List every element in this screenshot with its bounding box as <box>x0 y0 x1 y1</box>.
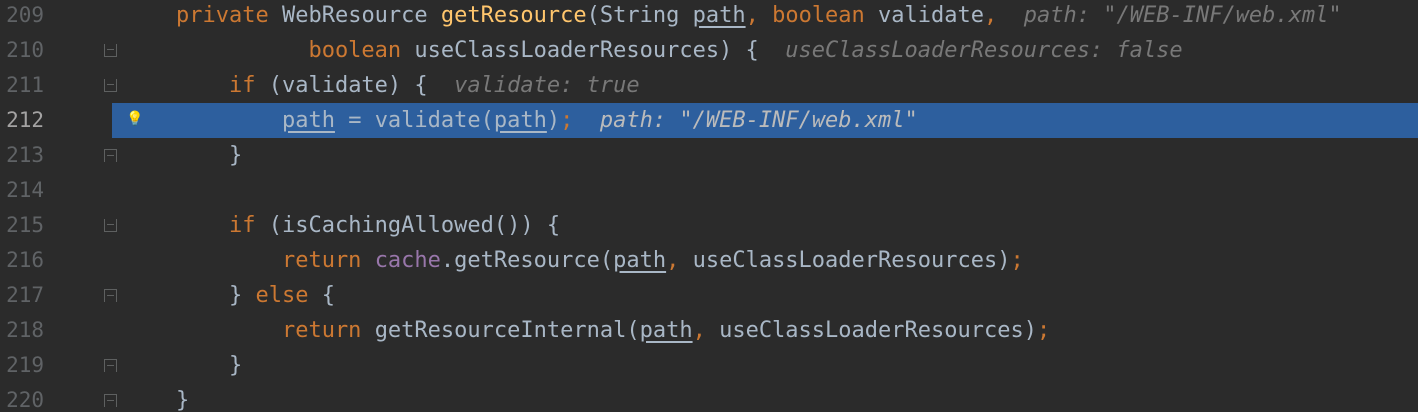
code-token: { <box>321 283 335 308</box>
line-number[interactable]: 211 <box>0 68 44 103</box>
line-number[interactable]: 213 <box>0 138 44 173</box>
line-number[interactable]: 214 <box>0 173 44 208</box>
code-line-217[interactable]: 217 } else { <box>0 278 1418 313</box>
code-line-211[interactable]: 211 if (validate) { validate: true <box>0 68 1418 103</box>
code-token: ) <box>546 108 561 133</box>
code-token: useClassLoaderResources) <box>719 318 1037 343</box>
code-token: } <box>176 388 190 412</box>
code-token: } <box>176 283 256 308</box>
code-token: } <box>176 143 243 168</box>
code-text[interactable]: } else { <box>176 278 335 313</box>
code-text[interactable]: return cache.getResource(path, useClassL… <box>176 243 1024 278</box>
code-token: , <box>745 3 773 28</box>
code-token: WebResource <box>281 3 441 28</box>
inline-value-hint: validate: true <box>454 73 640 98</box>
code-token: ; <box>1036 318 1051 343</box>
code-text[interactable]: private WebResource getResource(String p… <box>176 0 1342 33</box>
code-token: return <box>176 248 375 273</box>
code-token: return <box>176 318 375 343</box>
code-text[interactable]: } <box>176 138 242 173</box>
code-line-218[interactable]: 218 return getResourceInternal(path, use… <box>0 313 1418 348</box>
code-line-220[interactable]: 220} <box>0 383 1418 412</box>
line-number[interactable]: 217 <box>0 278 44 313</box>
code-line-216[interactable]: 216 return cache.getResource(path, useCl… <box>0 243 1418 278</box>
code-line-212[interactable]: 212 💡 path = validate(path); path: "/WEB-… <box>0 103 1418 138</box>
fold-marker-icon[interactable] <box>104 44 117 57</box>
code-token: path <box>639 318 693 343</box>
line-number[interactable]: 209 <box>0 0 44 33</box>
inline-value-hint: path: "/WEB-INF/web.xml" <box>599 108 918 133</box>
code-token: , <box>692 318 720 343</box>
code-token: (validate) { <box>268 73 455 98</box>
fold-marker-icon[interactable] <box>104 394 117 407</box>
code-token: boolean <box>772 3 879 28</box>
inline-value-hint: useClassLoaderResources: false <box>785 38 1183 63</box>
code-token: path <box>281 108 335 133</box>
code-token: ; <box>1010 248 1024 273</box>
code-token: else <box>255 283 322 308</box>
line-number[interactable]: 215 <box>0 208 44 243</box>
code-text[interactable]: return getResourceInternal(path, useClas… <box>176 313 1050 348</box>
code-token: useClassLoaderResources) { <box>414 38 786 63</box>
code-token: validate <box>878 3 985 28</box>
code-token: path <box>613 248 667 273</box>
code-token: boolean <box>176 38 415 63</box>
fold-marker-icon[interactable] <box>104 219 117 232</box>
code-editor[interactable]: 209 private WebResource getResource(Strin… <box>0 0 1418 412</box>
code-token: private <box>176 3 282 28</box>
code-line-210[interactable]: 210 boolean useClassLoaderResources) { u… <box>0 33 1418 68</box>
code-text[interactable]: path = validate(path); path: "/WEB-INF/w… <box>176 103 918 138</box>
code-token: getResource <box>440 3 587 28</box>
line-number[interactable]: 210 <box>0 33 44 68</box>
code-line-213[interactable]: 213 } <box>0 138 1418 173</box>
code-text[interactable]: if (isCachingAllowed()) { <box>176 208 560 243</box>
code-token: path <box>493 108 547 133</box>
fold-marker-icon[interactable] <box>104 289 117 302</box>
code-token: cache <box>374 248 441 273</box>
fold-marker-icon[interactable] <box>104 79 117 92</box>
line-number[interactable]: 219 <box>0 348 44 383</box>
code-text[interactable]: } <box>176 348 242 383</box>
fold-marker-icon[interactable] <box>104 359 117 372</box>
code-token: .getResource( <box>440 248 614 273</box>
code-token: , <box>984 3 1024 28</box>
code-token: path <box>692 3 746 28</box>
code-token: } <box>176 353 243 378</box>
code-token: (String <box>586 3 693 28</box>
code-line-219[interactable]: 219 } <box>0 348 1418 383</box>
code-token: useClassLoaderResources) <box>692 248 1011 273</box>
code-text[interactable]: } <box>176 383 189 412</box>
code-token: ; <box>560 108 600 133</box>
line-number[interactable]: 220 <box>0 383 44 412</box>
code-token: if <box>176 213 269 238</box>
line-number[interactable]: 216 <box>0 243 44 278</box>
code-token: , <box>666 248 693 273</box>
lightbulb-icon[interactable]: 💡 <box>126 109 143 129</box>
code-line-214[interactable]: 214 <box>0 173 1418 208</box>
code-token: = validate( <box>334 108 494 133</box>
code-token: getResourceInternal( <box>374 318 640 343</box>
code-token: (isCachingAllowed()) { <box>268 213 561 238</box>
code-line-215[interactable]: 215 if (isCachingAllowed()) { <box>0 208 1418 243</box>
line-number[interactable]: 212 <box>0 103 44 138</box>
code-text[interactable]: boolean useClassLoaderResources) { useCl… <box>176 33 1183 68</box>
code-text[interactable]: if (validate) { validate: true <box>176 68 640 103</box>
inline-value-hint: path: "/WEB-INF/web.xml" <box>1023 3 1342 28</box>
line-number[interactable]: 218 <box>0 313 44 348</box>
code-token: if <box>176 73 269 98</box>
code-line-209[interactable]: 209 private WebResource getResource(Strin… <box>0 0 1418 33</box>
fold-marker-icon[interactable] <box>104 149 117 162</box>
